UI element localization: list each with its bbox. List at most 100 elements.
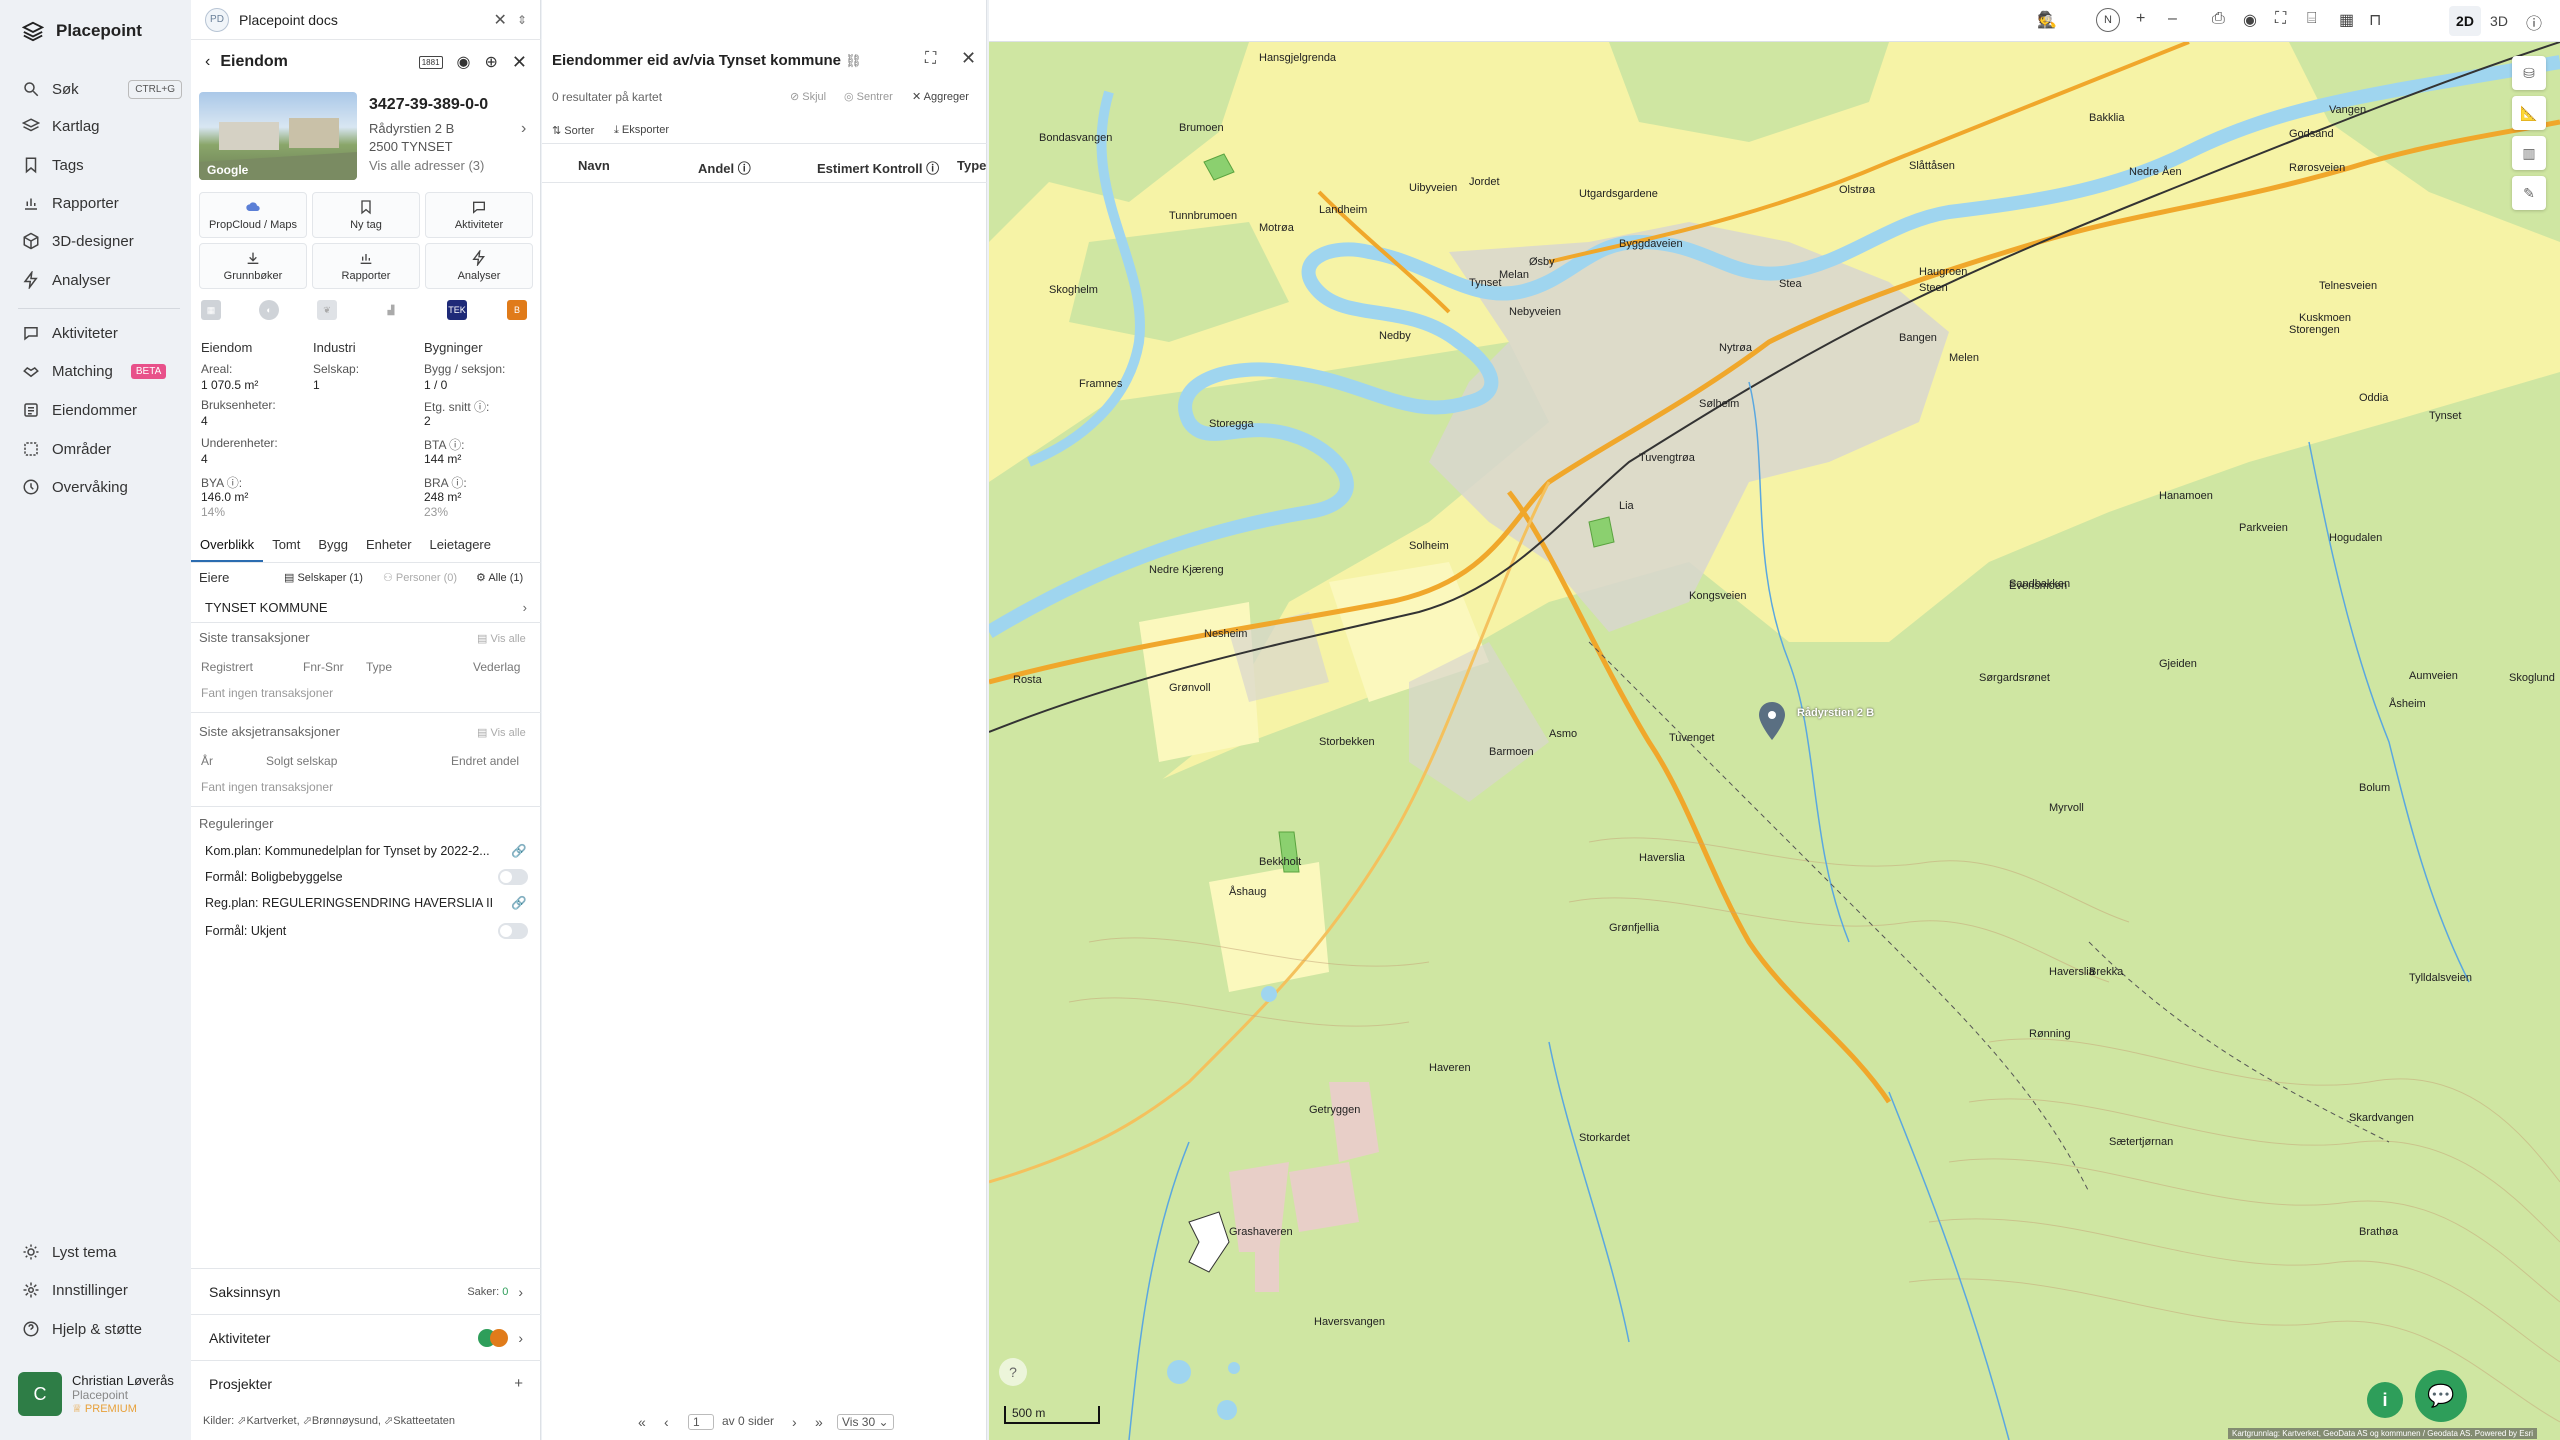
layers-tool[interactable]: ⛁ [2512,56,2546,90]
saksinnsyn-section[interactable]: Saksinnsyn Saker: 0 › [191,1268,541,1314]
grunnboker-button[interactable]: Grunnbøker [199,243,307,289]
camera-icon[interactable]: ⌸ [2307,10,2317,28]
prev-page-icon[interactable]: ‹ [664,1414,669,1430]
activities-button[interactable]: Aktiviteter [425,192,533,238]
regulation-toggle[interactable] [498,869,528,885]
sources-footer[interactable]: Kilder: ⬀Kartverket, ⬀Brønnøysund, ⬀Skat… [203,1414,455,1427]
page-size-select[interactable]: Vis 30 ⌄ [837,1414,894,1430]
first-page-icon[interactable]: « [638,1414,646,1430]
print-icon[interactable]: ⎙ [2212,10,2225,28]
mode-2d-button[interactable]: 2D [2449,6,2481,36]
topographic-map[interactable]: Rådyrstien 2 B Hansgjelgrenda Brumoen Bakk… [989,42,2560,1440]
chevron-right-icon[interactable]: › [521,120,526,138]
nav-item-rapporter[interactable]: Rapporter [22,188,182,218]
nav-item-settings[interactable]: Innstillinger [22,1275,182,1305]
nav-item-aktiviteter[interactable]: Aktiviteter [22,318,182,348]
nav-item-tags[interactable]: Tags [22,150,182,180]
regulation-toggle[interactable] [498,923,528,939]
close-icon[interactable]: ✕ [961,48,976,69]
close-icon[interactable]: ✕ [512,52,527,73]
incognito-icon[interactable]: 🕵 [2037,10,2057,30]
zoom-in-icon[interactable]: + [2136,10,2145,28]
col-navn[interactable]: Navn [578,158,610,173]
tab-bygg[interactable]: Bygg [309,533,357,562]
compass-icon[interactable]: N [2096,8,2120,32]
help-icon[interactable]: ? [999,1358,1027,1386]
aggregate-button[interactable]: ✕ Aggreger [912,90,969,103]
nav-item-omrader[interactable]: Områder [22,434,182,464]
user-profile[interactable]: C Christian Løverås Placepoint ♕ PREMIUM [18,1372,188,1416]
col-type[interactable]: Type [957,158,986,173]
workspace-name[interactable]: Placepoint docs [239,12,338,28]
owner-row[interactable]: TYNSET KOMMUNE › [191,596,541,618]
eye-icon[interactable]: ◉ [2243,10,2257,30]
nav-item-kartlag[interactable]: Kartlag [22,111,182,141]
filter-companies[interactable]: ▤ Selskaper (1) [284,571,363,584]
add-icon[interactable]: ⊕ [485,52,498,72]
nav-item-3d-designer[interactable]: 3D-designer [22,226,182,256]
nav-item-eiendommer[interactable]: Eiendommer [22,395,182,425]
tab-enheter[interactable]: Enheter [357,533,421,562]
link-icon[interactable]: 🔗 [511,844,527,859]
nav-item-theme[interactable]: Lyst tema [22,1237,182,1267]
col-andel[interactable]: Andel ⓘ [698,158,751,177]
grid-icon[interactable]: ▦ [201,300,221,320]
page-input[interactable]: 1 [688,1414,714,1430]
export-button[interactable]: ⤓ Eksporter [614,124,669,137]
col-estimert-kontroll[interactable]: Estimert Kontroll ⓘ [817,158,939,177]
draw-tool[interactable]: ✎ [2512,176,2546,210]
zoom-out-icon[interactable]: – [2168,10,2177,28]
last-page-icon[interactable]: » [815,1414,823,1430]
projects-section[interactable]: Prosjekter + [191,1360,541,1406]
center-button[interactable]: ◎ Sentrer [844,90,893,103]
plant-icon[interactable]: ❦ [317,300,337,320]
activities-section[interactable]: Aktiviteter › [191,1314,541,1360]
mode-3d-button[interactable]: 3D [2483,6,2515,36]
plus-icon[interactable]: + [514,1375,523,1392]
next-page-icon[interactable]: › [792,1414,797,1430]
link-icon[interactable]: ⛓ [845,53,862,68]
show-all-share-transactions-link[interactable]: ▤ Vis alle [477,726,526,739]
reports-button[interactable]: Rapporter [312,243,420,289]
show-all-transactions-link[interactable]: ▤ Vis alle [477,632,526,645]
chart-tool[interactable]: ▥ [2512,136,2546,170]
info-button[interactable]: i [2367,1382,2403,1418]
show-all-addresses-link[interactable]: Vis alle adresser (3) [369,158,484,173]
measure-tool[interactable]: 📐 [2512,96,2546,130]
street-view-thumbnail[interactable]: Google [199,92,357,180]
nav-item-analyser[interactable]: Analyser [22,265,182,295]
globe-icon[interactable]: ◐ [259,300,279,320]
filter-all[interactable]: ⚙ Alle (1) [476,571,523,584]
link-icon[interactable]: 🔗 [511,896,527,911]
regulation-row[interactable]: Kom.plan: Kommunedelplan for Tynset by 2… [191,842,541,860]
signal-bars-icon[interactable]: ▟ [381,300,401,320]
brand-logo[interactable]: Placepoint [22,20,142,42]
bookmark-icon[interactable]: ⊓ [2369,10,2381,30]
propcloud-button[interactable]: PropCloud / Maps [199,192,307,238]
filter-persons[interactable]: ⚇ Personer (0) [383,571,457,584]
tab-tomt[interactable]: Tomt [263,533,309,562]
nav-item-help[interactable]: Hjelp & støtte [22,1314,182,1344]
info-icon[interactable]: ⓘ [2526,10,2542,34]
grid-icon[interactable]: ▦ [2339,10,2354,30]
1881-icon[interactable]: 1881 [418,55,443,69]
energy-badge[interactable]: B [507,300,527,320]
regulation-row[interactable]: Reg.plan: REGULERINGSENDRING HAVERSLIA I… [191,894,541,912]
chat-button[interactable]: 💬 [2415,1370,2467,1422]
nav-item-search[interactable]: Søk CTRL+G [22,74,182,104]
chevron-updown-icon[interactable]: ⇕ [517,13,527,27]
analyses-button[interactable]: Analyser [425,243,533,289]
expand-icon[interactable]: ⛶ [925,50,936,68]
eye-icon[interactable]: ◉ [457,52,471,72]
tab-overblikk[interactable]: Overblikk [191,533,264,562]
hide-button[interactable]: ⊘ Skjul [790,90,826,103]
nav-item-overvaking[interactable]: Overvåking [22,472,182,502]
close-icon[interactable]: ✕ [494,10,507,30]
tab-leietagere[interactable]: Leietagere [421,533,500,562]
nav-item-matching[interactable]: Matching BETA [22,356,182,386]
back-arrow-icon[interactable]: ‹ [205,53,210,71]
sort-button[interactable]: ⇅ Sorter [552,124,594,137]
new-tag-button[interactable]: Ny tag [312,192,420,238]
fullscreen-icon[interactable]: ⛶ [2275,10,2286,28]
tek-badge[interactable]: TEK [447,300,467,320]
